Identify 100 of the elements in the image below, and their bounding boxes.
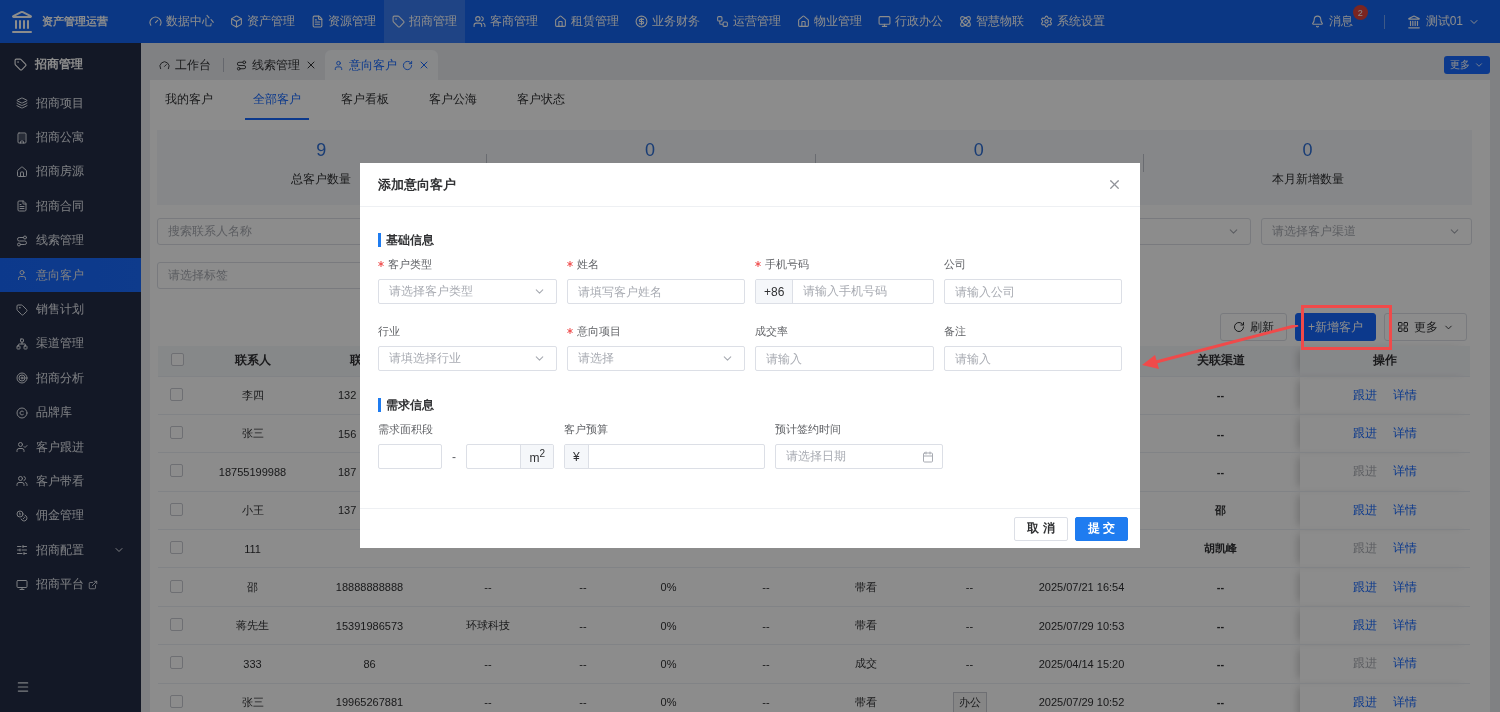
route-icon — [16, 234, 28, 247]
select-field[interactable]: 请填选择行业 — [378, 346, 557, 371]
sidebar-title: 招商管理 — [35, 56, 83, 73]
layers-icon — [16, 97, 28, 110]
sidebar-item[interactable]: 招商配置 — [0, 533, 141, 568]
sub-tab[interactable]: 客户看板 — [333, 80, 397, 120]
nav-item[interactable]: 客商管理 — [465, 0, 546, 43]
details-link[interactable]: 详情 — [1384, 386, 1425, 404]
nav-item[interactable]: 物业管理 — [789, 0, 870, 43]
details-link[interactable]: 详情 — [1384, 540, 1425, 558]
input-field[interactable]: 请填写客户姓名 — [566, 279, 745, 304]
date-field[interactable]: 请选择日期 — [774, 444, 944, 469]
submit-button[interactable]: 提 交 — [1074, 516, 1128, 541]
add-customer-button[interactable]: +新增客户 — [1295, 313, 1376, 341]
sidebar-item[interactable]: 线索管理 — [0, 223, 141, 258]
sidebar-item[interactable]: 招商平台 — [0, 567, 141, 602]
follow-up-link[interactable]: 跟进 — [1344, 693, 1385, 711]
row-checkbox[interactable] — [170, 694, 183, 708]
more-button[interactable]: 更多 — [1444, 55, 1490, 74]
details-link[interactable]: 详情 — [1384, 617, 1425, 635]
nav-item[interactable]: 运营管理 — [708, 0, 789, 43]
prefixed-input-field[interactable]: ¥ — [564, 444, 765, 469]
row-checkbox[interactable] — [170, 656, 183, 670]
user-menu[interactable]: 测试01 — [1400, 12, 1486, 31]
details-link[interactable]: 详情 — [1384, 693, 1425, 711]
page-tab[interactable]: 线索管理 — [228, 50, 325, 80]
follow-up-link[interactable]: 跟进 — [1344, 501, 1385, 519]
row-checkbox[interactable] — [170, 618, 183, 632]
sidebar-item[interactable]: 客户带看 — [0, 464, 141, 499]
table-cell: -- — [918, 644, 1022, 684]
sidebar-item[interactable]: 渠道管理 — [0, 326, 141, 362]
nav-item[interactable]: 资产管理 — [222, 0, 303, 43]
area-input-field[interactable]: m$^{2}$ — [466, 444, 554, 469]
nav-item[interactable]: 数据中心 — [141, 0, 222, 43]
nav-item[interactable]: 租赁管理 — [546, 0, 627, 43]
follow-up-link[interactable]: 跟进 — [1344, 578, 1385, 596]
nav-item[interactable]: 资源管理 — [303, 0, 384, 43]
refresh-button[interactable]: 刷新 — [1220, 313, 1287, 341]
sidebar-item[interactable]: 销售计划 — [0, 292, 141, 327]
sidebar-item[interactable]: 招商公寓 — [0, 120, 141, 155]
follow-up-link[interactable]: 跟进 — [1344, 617, 1385, 635]
sidebar-item[interactable]: 招商房源 — [0, 154, 141, 190]
row-checkbox[interactable] — [170, 387, 183, 401]
notification-badge: 2 — [1352, 5, 1368, 20]
sidebar-item[interactable]: 客户跟进 — [0, 429, 141, 465]
select-field[interactable]: 请选择 — [566, 346, 745, 371]
close-icon[interactable] — [305, 59, 317, 71]
sidebar-item[interactable]: 招商合同 — [0, 189, 141, 224]
follow-up-link[interactable]: 跟进 — [1344, 386, 1385, 404]
input-field[interactable] — [378, 444, 442, 469]
row-checkbox[interactable] — [170, 541, 183, 555]
prefixed-input-field[interactable]: +86 请输入手机号码 — [755, 279, 934, 304]
table-cell: 19965267881 — [310, 683, 430, 712]
details-link[interactable]: 详情 — [1384, 655, 1425, 673]
cube-icon — [230, 15, 243, 28]
sub-tab[interactable]: 我的客户 — [157, 80, 221, 120]
details-link[interactable]: 详情 — [1384, 501, 1425, 519]
document-icon — [16, 200, 28, 213]
messages-button[interactable]: 消息 — [1310, 13, 1353, 30]
range-separator: - — [451, 449, 457, 464]
cancel-button[interactable]: 取 消 — [1014, 516, 1068, 541]
collapse-menu-icon[interactable] — [16, 680, 30, 694]
nav-item[interactable]: 业务财务 — [627, 0, 708, 43]
row-checkbox[interactable] — [170, 464, 183, 478]
select-all-checkbox[interactable] — [170, 352, 184, 366]
workflow-icon — [716, 15, 729, 28]
sidebar-item[interactable]: 佣金管理 — [0, 498, 141, 534]
sub-tab[interactable]: 全部客户 — [245, 80, 309, 120]
close-icon[interactable] — [1107, 177, 1122, 192]
table-cell: 2025/04/14 15:20 — [1022, 644, 1142, 684]
sidebar-item[interactable]: 意向客户 — [0, 257, 141, 293]
table-cell: -- — [1142, 376, 1300, 415]
close-icon[interactable] — [418, 59, 430, 71]
row-checkbox[interactable] — [170, 579, 183, 593]
tag-icon — [392, 15, 405, 28]
details-link[interactable]: 详情 — [1384, 425, 1425, 443]
select-field[interactable]: 请选择客户类型 — [378, 279, 557, 304]
follow-up-link[interactable]: 跟进 — [1344, 425, 1385, 443]
sidebar-item[interactable]: 品牌库 — [0, 395, 141, 430]
nav-item[interactable]: 行政办公 — [870, 0, 951, 43]
refresh-icon — [1233, 321, 1245, 333]
sidebar-item[interactable]: 招商分析 — [0, 361, 141, 396]
nav-item[interactable]: 智慧物联 — [951, 0, 1032, 43]
sub-tab[interactable]: 客户状态 — [509, 80, 573, 120]
page-tab[interactable]: 意向客户 — [325, 50, 438, 80]
input-field[interactable]: 请输入公司 — [943, 279, 1122, 304]
row-checkbox[interactable] — [170, 502, 183, 516]
row-checkbox[interactable] — [170, 426, 183, 440]
sub-tab[interactable]: 客户公海 — [421, 80, 485, 120]
input-field[interactable]: 请输入 — [943, 346, 1122, 371]
calendar-icon — [922, 450, 935, 463]
table-cell: 李四 — [196, 376, 310, 415]
page-tab[interactable]: 工作台 — [151, 50, 219, 80]
details-link[interactable]: 详情 — [1384, 578, 1425, 596]
stat-value: 9 — [316, 141, 327, 159]
more-button[interactable]: 更多 — [1384, 313, 1467, 341]
input-field[interactable]: 请输入 — [755, 346, 934, 371]
nav-item[interactable]: 系统设置 — [1032, 0, 1113, 43]
sidebar-item[interactable]: 招商项目 — [0, 86, 141, 121]
details-link[interactable]: 详情 — [1384, 463, 1425, 481]
